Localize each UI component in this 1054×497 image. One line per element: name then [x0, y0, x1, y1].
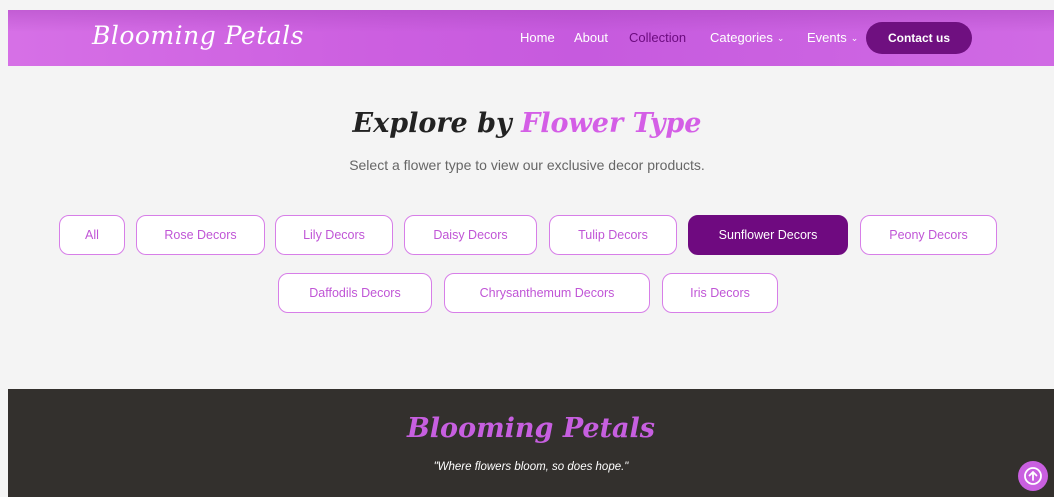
- section-subtitle: Select a flower type to view our exclusi…: [349, 157, 705, 173]
- footer-brand: Blooming Petals: [406, 413, 655, 444]
- filter-sunflower[interactable]: Sunflower Decors: [688, 215, 848, 255]
- nav-home-label: Home: [520, 30, 555, 45]
- nav-categories-label: Categories: [710, 30, 773, 45]
- nav-collection-label: Collection: [629, 30, 687, 45]
- heading-part1: Explore by: [352, 108, 512, 139]
- brand-logo[interactable]: Blooming Petals: [92, 21, 304, 50]
- heading-part2: Flower Type: [521, 108, 702, 139]
- scroll-to-top-button[interactable]: [1018, 461, 1048, 491]
- filter-iris[interactable]: Iris Decors: [662, 273, 778, 313]
- contact-us-button[interactable]: Contact us: [866, 22, 972, 54]
- filter-daisy[interactable]: Daisy Decors: [404, 215, 537, 255]
- filter-chrysanthemum[interactable]: Chrysanthemum Decors: [444, 273, 650, 313]
- chevron-down-icon: ⌄: [850, 33, 859, 43]
- nav-categories[interactable]: Categories ⌄: [710, 30, 784, 45]
- nav-about[interactable]: About: [574, 30, 608, 45]
- nav-home[interactable]: Home: [520, 30, 555, 45]
- nav-events-label: Events: [807, 30, 847, 45]
- navbar: Blooming Petals Home About Collection Ca…: [8, 10, 1054, 66]
- filter-tulip[interactable]: Tulip Decors: [549, 215, 677, 255]
- filter-peony[interactable]: Peony Decors: [860, 215, 997, 255]
- filter-all[interactable]: All: [59, 215, 125, 255]
- section-heading: Explore by Flower Type: [0, 108, 1054, 139]
- footer: Blooming Petals "Where flowers bloom, so…: [8, 389, 1054, 497]
- nav-about-label: About: [574, 30, 608, 45]
- arrow-up-circle-icon: [1024, 467, 1042, 485]
- nav-collection[interactable]: Collection: [629, 30, 686, 45]
- footer-tagline: "Where flowers bloom, so does hope.": [433, 461, 629, 473]
- filter-daffodils[interactable]: Daffodils Decors: [278, 273, 432, 313]
- chevron-down-icon: ⌄: [776, 33, 785, 43]
- flower-type-section: Explore by Flower Type Select a flower t…: [0, 66, 1054, 389]
- filter-lily[interactable]: Lily Decors: [275, 215, 393, 255]
- nav-events[interactable]: Events ⌄: [807, 30, 858, 45]
- filter-rose[interactable]: Rose Decors: [136, 215, 265, 255]
- top-strip: [0, 0, 1054, 10]
